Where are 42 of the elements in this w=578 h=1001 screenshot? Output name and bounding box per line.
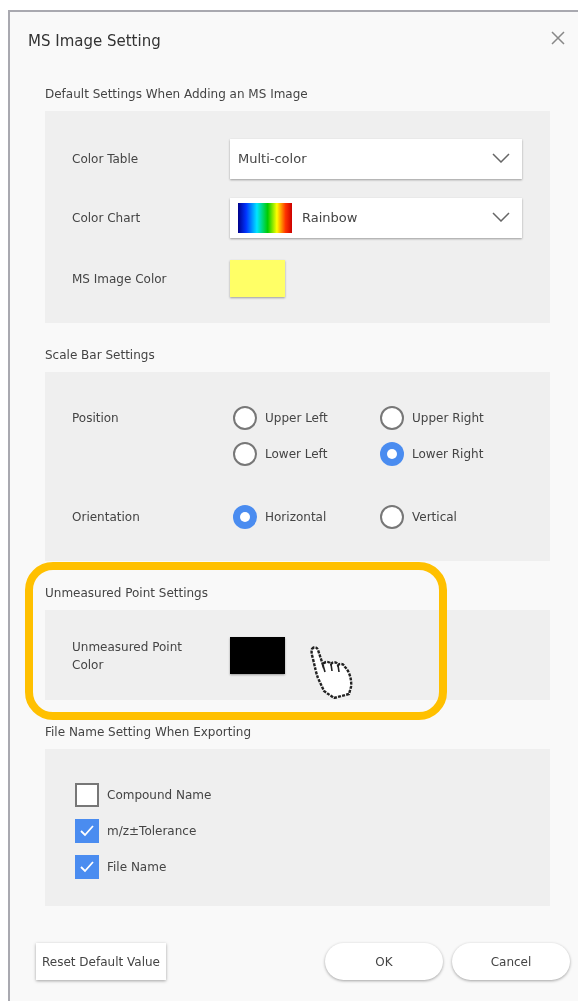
dialog-button[interactable]: Cancel — [452, 943, 570, 980]
radio-button[interactable] — [380, 442, 404, 466]
radio-label: Vertical — [412, 509, 457, 526]
dialog-button[interactable]: Reset Default Value — [36, 943, 166, 980]
radio-button[interactable] — [233, 406, 257, 430]
window-title: MS Image Setting — [28, 31, 161, 51]
section-title: Unmeasured Point Settings — [45, 585, 209, 602]
checkbox[interactable] — [75, 783, 99, 807]
check-icon — [80, 861, 94, 873]
color-swatch[interactable] — [230, 637, 285, 674]
dialog-button[interactable]: OK — [325, 943, 443, 980]
section-title: Scale Bar Settings — [45, 347, 156, 364]
checkbox-label: Compound Name — [107, 787, 212, 804]
chevron-down-icon — [492, 153, 510, 163]
radio-label: Lower Right — [412, 446, 484, 463]
dropdown[interactable]: Rainbow — [230, 198, 522, 238]
radio-button[interactable] — [233, 442, 257, 466]
radio-label: Lower Left — [265, 446, 328, 463]
section-title: Default Settings When Adding an MS Image — [45, 86, 309, 103]
radio-label: Upper Left — [265, 410, 328, 427]
rainbow-gradient-icon — [238, 203, 292, 233]
field-label: Orientation — [72, 509, 140, 526]
check-icon — [80, 825, 94, 837]
close-icon[interactable] — [551, 31, 565, 45]
radio-label: Horizontal — [265, 509, 327, 526]
chevron-down-icon — [492, 212, 510, 222]
field-label: Color Table — [72, 151, 140, 168]
checkbox[interactable] — [75, 819, 99, 843]
section-title: File Name Setting When Exporting — [45, 724, 252, 741]
checkbox-label: m/z±Tolerance — [107, 823, 197, 840]
radio-label: Upper Right — [412, 410, 484, 427]
checkbox-label: File Name — [107, 859, 167, 876]
radio-button[interactable] — [380, 505, 404, 529]
field-label: Color Chart — [72, 210, 142, 227]
radio-button[interactable] — [380, 406, 404, 430]
radio-button[interactable] — [233, 505, 257, 529]
dropdown[interactable]: Multi-color — [230, 139, 522, 179]
field-label: Position — [72, 410, 119, 427]
field-label: Unmeasured Point Color — [72, 638, 183, 674]
field-label: MS Image Color — [72, 270, 168, 288]
color-swatch[interactable] — [230, 260, 285, 297]
checkbox[interactable] — [75, 855, 99, 879]
